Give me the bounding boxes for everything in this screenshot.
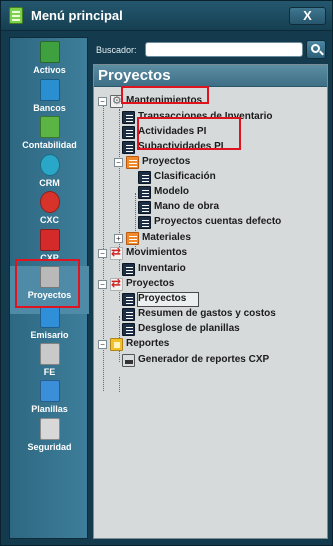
tree-node-label: Transacciones de Inventario: [138, 111, 273, 122]
tree-node-actividades-pi[interactable]: Actividades PI: [122, 126, 242, 140]
sidebar-item-label: Emisario: [30, 330, 69, 340]
tree-node-label: Subactividades PI: [138, 141, 224, 152]
sidebar-item-label: Proyectos: [27, 290, 72, 300]
panel-header: Proyectos: [94, 65, 327, 87]
list-icon: [138, 171, 151, 184]
list-icon: [122, 308, 135, 321]
movements-icon: [110, 276, 123, 291]
list-icon: [122, 141, 135, 154]
tree-node-clasificacion[interactable]: Clasificación: [138, 171, 258, 185]
planillas-icon: [40, 380, 60, 402]
search-input[interactable]: [145, 42, 303, 57]
sidebar-item-label: FE: [43, 367, 56, 377]
tree-node-label: Mantenimientos: [126, 95, 203, 106]
list-icon: [122, 126, 135, 139]
tree-node-proyectos-folder[interactable]: − Proyectos: [114, 156, 234, 170]
tree-node-proyectos-cuentas-defecto[interactable]: Proyectos cuentas defecto: [138, 216, 308, 230]
tree-node-generador-reportes-cxp[interactable]: Generador de reportes CXP: [122, 354, 302, 368]
list-icon: [122, 111, 135, 124]
reports-folder-icon: [110, 338, 123, 351]
cxp-icon: [40, 229, 60, 251]
expand-toggle[interactable]: +: [114, 234, 123, 243]
collapse-toggle[interactable]: −: [98, 280, 107, 289]
tree-node-label: Proyectos: [126, 278, 175, 289]
tree-node-label: Modelo: [154, 186, 189, 197]
bancos-icon: [40, 79, 60, 101]
tree-node-label: Mano de obra: [154, 201, 220, 212]
contabilidad-icon: [40, 116, 60, 138]
list-icon: [138, 216, 151, 229]
collapse-toggle[interactable]: −: [98, 97, 107, 106]
folder-icon: [126, 156, 139, 169]
tree-node-label: Materiales: [142, 232, 191, 243]
tree-node-label: Inventario: [138, 263, 186, 274]
settings-folder-icon: [110, 94, 123, 108]
module-sidebar: Activos Bancos Contabilidad CRM CXC CXP …: [9, 37, 89, 539]
sidebar-item-label: CXC: [39, 215, 59, 225]
tree-node-label: Movimientos: [126, 247, 188, 258]
activos-icon: [40, 41, 60, 63]
sidebar-item-label: CRM: [39, 178, 60, 188]
cxc-icon: [40, 191, 60, 213]
sidebar-item-seguridad[interactable]: Seguridad: [10, 418, 89, 466]
collapse-toggle[interactable]: −: [98, 249, 107, 258]
sidebar-item-label: Bancos: [33, 103, 66, 113]
tree-node-mano-de-obra[interactable]: Mano de obra: [138, 201, 258, 215]
emisario-icon: [40, 306, 60, 328]
tree-node-mantenimientos[interactable]: − Mantenimientos: [98, 94, 218, 109]
tree-node-label: Clasificación: [154, 171, 216, 182]
collapse-toggle[interactable]: −: [98, 340, 107, 349]
window-title: Menú principal: [31, 8, 123, 23]
folder-icon: [126, 232, 139, 245]
tree-node-reportes[interactable]: − Reportes: [98, 338, 218, 352]
title-bar: Menú principal X: [1, 1, 332, 31]
tree-node-desglose-planillas[interactable]: Desglose de planillas: [122, 323, 302, 337]
sidebar-item-label: Planillas: [31, 404, 68, 414]
list-icon: [122, 293, 135, 306]
tree-node-label: Proyectos cuentas defecto: [154, 216, 282, 227]
collapse-toggle[interactable]: −: [114, 158, 123, 167]
tree-node-label: Reportes: [126, 338, 170, 349]
tree-node-resumen-gastos-costos[interactable]: Resumen de gastos y costos: [122, 308, 302, 322]
tree-node-proyectos[interactable]: − Proyectos: [98, 276, 218, 292]
printer-icon: [122, 354, 135, 367]
panel-title: Proyectos: [98, 67, 171, 84]
tree-node-label: Proyectos: [138, 293, 187, 304]
search-button[interactable]: [306, 40, 326, 59]
main-area: Buscador: Proyectos − Mantenimientos: [93, 37, 328, 539]
sidebar-item-label: Activos: [33, 65, 66, 75]
fe-icon: [40, 343, 60, 365]
list-icon: [138, 201, 151, 214]
tree-node-label: Actividades PI: [138, 126, 207, 137]
tree-node-materiales[interactable]: + Materiales: [114, 232, 234, 246]
tree-node-modelo[interactable]: Modelo: [138, 186, 258, 200]
tree-node-label: Resumen de gastos y costos: [138, 308, 276, 319]
movements-icon: [110, 245, 123, 260]
sidebar-item-label: Seguridad: [27, 442, 72, 452]
crm-icon: [40, 154, 60, 176]
sidebar-item-label: Contabilidad: [22, 140, 77, 150]
tree-node-subactividades-pi[interactable]: Subactividades PI: [122, 141, 242, 155]
proyectos-icon: [40, 266, 60, 288]
search-label: Buscador:: [96, 45, 137, 55]
tree-node-transacciones-inventario[interactable]: Transacciones de Inventario: [122, 111, 302, 125]
list-icon: [122, 323, 135, 336]
tree-node-proyectos-item[interactable]: Proyectos: [122, 293, 242, 307]
main-menu-window: Menú principal X Activos Bancos Contabil…: [0, 0, 333, 546]
menu-app-icon: [9, 7, 23, 24]
close-button[interactable]: X: [289, 7, 326, 25]
sidebar-item-label: CXP: [40, 253, 59, 263]
module-panel: Proyectos − Mantenimientos Transacciones…: [93, 64, 328, 539]
tree-node-inventario[interactable]: Inventario: [122, 263, 242, 277]
tree-node-label: Desglose de planillas: [138, 323, 240, 334]
list-icon: [138, 186, 151, 199]
tree-node-label: Generador de reportes CXP: [138, 354, 270, 365]
seguridad-icon: [40, 418, 60, 440]
tree-node-movimientos[interactable]: − Movimientos: [98, 245, 218, 261]
list-icon: [122, 263, 135, 276]
tree-node-label: Proyectos: [142, 156, 191, 167]
